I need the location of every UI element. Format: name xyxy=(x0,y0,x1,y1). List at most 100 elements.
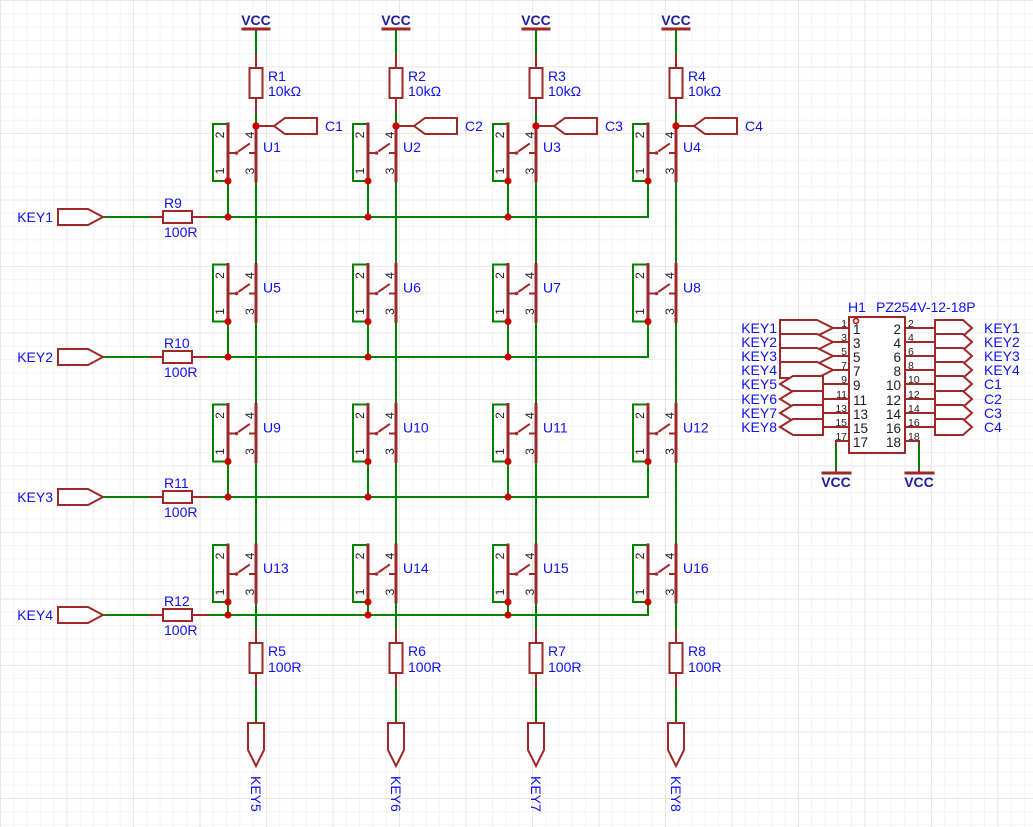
key-switch[interactable]: 2413U3 xyxy=(493,124,561,181)
key-port[interactable]: KEY3 xyxy=(17,489,103,505)
port-label[interactable]: C1 xyxy=(325,118,343,134)
column-port[interactable]: C1 xyxy=(256,118,343,134)
key-port[interactable]: KEY4 xyxy=(17,607,103,623)
resistor-value[interactable]: 100R xyxy=(164,364,197,380)
pullup-resistor[interactable]: R410kΩ xyxy=(670,55,722,112)
connector-left-pin[interactable]: KEY8 xyxy=(741,419,849,435)
bottom-resistor[interactable]: R6100R xyxy=(390,630,442,686)
key-port[interactable]: KEY1 xyxy=(17,209,103,225)
resistor-value[interactable]: 100R xyxy=(548,659,581,675)
connector-vcc-left[interactable]: VCC xyxy=(821,441,851,490)
column-port[interactable]: C4 xyxy=(676,118,763,134)
pullup-resistor[interactable]: R210kΩ xyxy=(390,55,442,112)
vcc-net-flag[interactable]: VCC xyxy=(241,12,271,29)
resistor-value[interactable]: 100R xyxy=(268,659,301,675)
vcc-label[interactable]: VCC xyxy=(381,12,411,28)
port-label[interactable]: KEY8 xyxy=(668,776,684,812)
port-flag[interactable] xyxy=(414,118,457,134)
port-label[interactable]: KEY5 xyxy=(248,776,264,812)
resistor-value[interactable]: 100R xyxy=(688,659,721,675)
port-label[interactable]: KEY3 xyxy=(17,489,53,505)
resistor-ref[interactable]: R8 xyxy=(688,643,706,659)
resistor-value[interactable]: 100R xyxy=(408,659,441,675)
port-flag[interactable] xyxy=(58,489,103,505)
connector-vcc-right[interactable]: VCC xyxy=(904,441,934,490)
key-switch[interactable]: 2413U8 xyxy=(633,265,701,322)
pullup-resistor[interactable]: R110kΩ xyxy=(250,55,302,112)
key-switch[interactable]: 2413U1 xyxy=(213,124,281,181)
vcc-label[interactable]: VCC xyxy=(521,12,551,28)
bottom-port[interactable]: KEY5 xyxy=(248,723,264,812)
schematic-canvas[interactable]: VCCR110kΩC1R5100RKEY5VCCR210kΩC2R6100RKE… xyxy=(0,0,1033,827)
key-switch[interactable]: 2413U2 xyxy=(353,124,421,181)
port-flag[interactable] xyxy=(935,419,972,435)
port-flag[interactable] xyxy=(935,376,972,392)
resistor-value[interactable]: 10kΩ xyxy=(268,83,301,99)
port-flag[interactable] xyxy=(58,607,103,623)
pullup-resistor[interactable]: R310kΩ xyxy=(530,55,582,112)
resistor-ref[interactable]: R10 xyxy=(164,335,190,351)
port-label[interactable]: KEY1 xyxy=(17,209,53,225)
vcc-label[interactable]: VCC xyxy=(821,474,851,490)
port-flag[interactable] xyxy=(248,723,264,766)
switch-ref[interactable]: U4 xyxy=(683,139,701,155)
key-switch[interactable]: 2413U13 xyxy=(213,545,289,602)
switch-ref[interactable]: U10 xyxy=(403,420,429,436)
switch-ref[interactable]: U8 xyxy=(683,280,701,296)
column-port[interactable]: C2 xyxy=(396,118,483,134)
bottom-resistor[interactable]: R5100R xyxy=(250,630,302,686)
resistor-ref[interactable]: R6 xyxy=(408,643,426,659)
key-switch[interactable]: 2413U14 xyxy=(353,545,429,602)
key-switch[interactable]: 2413U9 xyxy=(213,405,281,462)
series-resistor[interactable]: R9100R xyxy=(150,195,208,240)
resistor-ref[interactable]: R3 xyxy=(548,68,566,84)
resistor-value[interactable]: 100R xyxy=(164,504,197,520)
key-switch[interactable]: 2413U6 xyxy=(353,265,421,322)
switch-ref[interactable]: U14 xyxy=(403,560,429,576)
port-flag[interactable] xyxy=(554,118,597,134)
column-port[interactable]: C3 xyxy=(536,118,623,134)
resistor-value[interactable]: 10kΩ xyxy=(408,83,441,99)
switch-ref[interactable]: U1 xyxy=(263,139,281,155)
port-label[interactable]: KEY2 xyxy=(17,349,53,365)
switch-ref[interactable]: U11 xyxy=(543,420,568,436)
port-label[interactable]: C4 xyxy=(745,118,763,134)
resistor-ref[interactable]: R7 xyxy=(548,643,566,659)
switch-ref[interactable]: U12 xyxy=(683,420,709,436)
port-label[interactable]: C3 xyxy=(605,118,623,134)
bottom-port[interactable]: KEY7 xyxy=(528,723,544,812)
port-label[interactable]: KEY7 xyxy=(528,776,544,812)
vcc-label[interactable]: VCC xyxy=(904,474,934,490)
resistor-ref[interactable]: R5 xyxy=(268,643,286,659)
switch-ref[interactable]: U16 xyxy=(683,560,709,576)
port-flag[interactable] xyxy=(694,118,737,134)
series-resistor[interactable]: R12100R xyxy=(150,593,208,638)
port-label[interactable]: KEY5 xyxy=(741,376,777,392)
bottom-resistor[interactable]: R7100R xyxy=(530,630,582,686)
key-switch[interactable]: 2413U5 xyxy=(213,265,281,322)
bottom-port[interactable]: KEY6 xyxy=(388,723,404,812)
resistor-value[interactable]: 100R xyxy=(164,622,197,638)
connector-left-pin[interactable]: KEY5 xyxy=(741,376,849,392)
series-resistor[interactable]: R11100R xyxy=(150,475,208,520)
switch-ref[interactable]: U7 xyxy=(543,280,561,296)
series-resistor[interactable]: R10 100R xyxy=(150,335,208,380)
switch-ref[interactable]: U2 xyxy=(403,139,421,155)
port-flag[interactable] xyxy=(274,118,317,134)
key-port[interactable]: KEY2 xyxy=(17,349,103,365)
connector-h1[interactable]: H1PZ254V-12-18PKEY111KEY233KEY355KEY477K… xyxy=(741,299,1020,490)
connector-ref[interactable]: H1 xyxy=(848,299,866,315)
port-flag[interactable] xyxy=(528,723,544,766)
switch-ref[interactable]: U3 xyxy=(543,139,561,155)
port-flag[interactable] xyxy=(58,349,103,365)
key-switch[interactable]: 2413U11 xyxy=(493,405,568,462)
switch-ref[interactable]: U9 xyxy=(263,420,281,436)
vcc-label[interactable]: VCC xyxy=(661,12,691,28)
vcc-net-flag[interactable]: VCC xyxy=(521,12,551,29)
port-flag[interactable] xyxy=(780,419,823,435)
resistor-value[interactable]: 100R xyxy=(164,224,197,240)
key-switch[interactable]: 2413U12 xyxy=(633,405,709,462)
bottom-port[interactable]: KEY8 xyxy=(668,723,684,812)
switch-ref[interactable]: U13 xyxy=(263,560,289,576)
port-label[interactable]: C2 xyxy=(465,118,483,134)
